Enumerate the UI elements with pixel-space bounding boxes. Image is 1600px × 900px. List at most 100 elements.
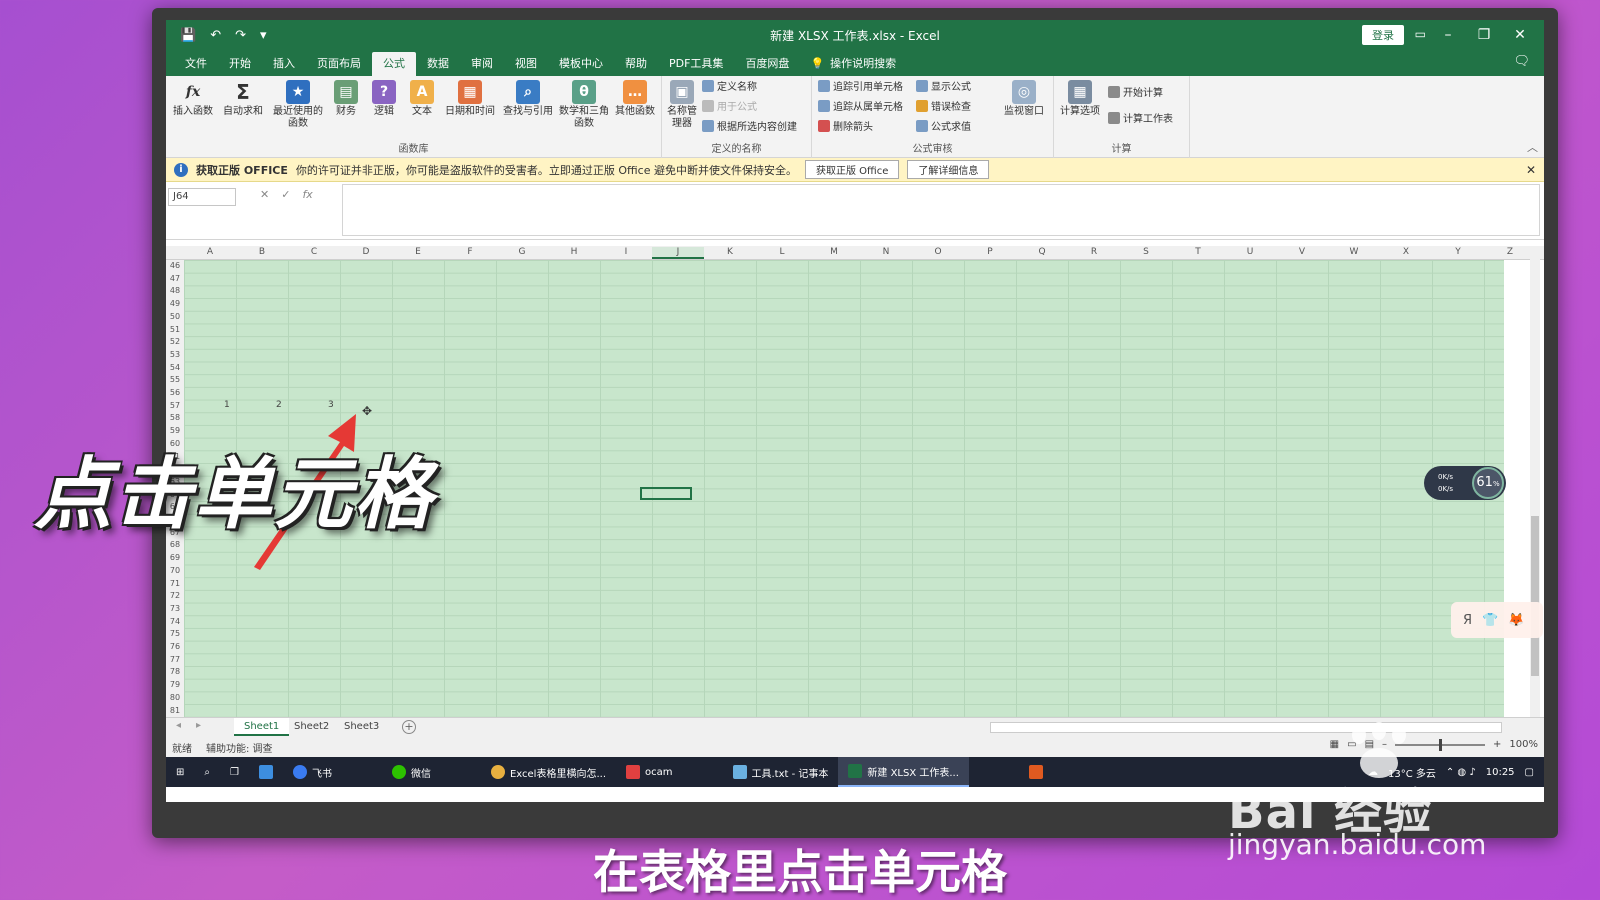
taskbar-notepad[interactable]: 工具.txt - 记事本 [723, 757, 839, 787]
column-header-n[interactable]: N [860, 247, 912, 257]
vertical-scrollbar[interactable] [1530, 246, 1540, 717]
more-functions-button[interactable]: … 其他函数 [610, 80, 660, 118]
remove-arrows-button[interactable]: 删除箭头 [818, 120, 873, 136]
column-header-m[interactable]: M [808, 247, 860, 257]
cancel-entry-icon[interactable]: ✕ [260, 188, 269, 201]
learn-more-button[interactable]: 了解详细信息 [907, 160, 990, 179]
row-header-49[interactable]: 49 [167, 299, 183, 308]
column-header-q[interactable]: Q [1016, 247, 1068, 257]
insert-function-icon[interactable]: fx [302, 188, 312, 201]
formula-input[interactable] [342, 184, 1540, 236]
column-header-c[interactable]: C [288, 247, 340, 257]
confirm-entry-icon[interactable]: ✓ [281, 188, 290, 201]
cell-a57[interactable]: 1 [224, 400, 230, 410]
horizontal-scrollbar[interactable] [990, 722, 1502, 733]
row-header-72[interactable]: 72 [167, 591, 183, 600]
tab-baidu-netdisk[interactable]: 百度网盘 [734, 52, 800, 76]
column-header-s[interactable]: S [1120, 247, 1172, 257]
column-header-r[interactable]: R [1068, 247, 1120, 257]
row-header-75[interactable]: 75 [167, 629, 183, 638]
row-header-53[interactable]: 53 [167, 350, 183, 359]
taskbar-ocam[interactable]: ocam [616, 757, 683, 787]
tab-view[interactable]: 视图 [504, 52, 548, 76]
calculate-sheet-button[interactable]: 计算工作表 [1108, 112, 1173, 128]
row-header-69[interactable]: 69 [167, 553, 183, 562]
autosum-button[interactable]: Σ 自动求和 [218, 80, 268, 118]
get-genuine-office-button[interactable]: 获取正版 Office [805, 160, 900, 179]
column-header-v[interactable]: V [1276, 247, 1328, 257]
customize-qat-icon[interactable]: ▾ [260, 28, 267, 43]
row-header-77[interactable]: 77 [167, 655, 183, 664]
taskbar-feishu[interactable]: 飞书 [283, 757, 342, 787]
tray-icons[interactable]: ⌃ ◍ ♪ [1446, 767, 1476, 778]
tab-page-layout[interactable]: 页面布局 [306, 52, 372, 76]
ime-mode-icon[interactable]: Я [1463, 613, 1472, 628]
taskbar-wechat[interactable]: 微信 [382, 757, 441, 787]
row-header-76[interactable]: 76 [167, 642, 183, 651]
taskbar-app-s[interactable] [1019, 757, 1053, 787]
ime-shirt-icon[interactable]: 👕 [1482, 613, 1498, 628]
column-header-t[interactable]: T [1172, 247, 1224, 257]
calculate-now-button[interactable]: 开始计算 [1108, 86, 1163, 102]
tab-pdf-tools[interactable]: PDF工具集 [658, 52, 734, 76]
evaluate-formula-button[interactable]: 公式求值 [916, 120, 971, 136]
task-view-icon[interactable]: ❐ [220, 757, 249, 787]
column-header-z[interactable]: Z [1484, 247, 1536, 257]
tab-formulas[interactable]: 公式 [372, 52, 416, 76]
row-header-48[interactable]: 48 [167, 286, 183, 295]
start-icon[interactable]: ⊞ [166, 757, 194, 787]
ribbon-display-options-icon[interactable]: ▭ [1415, 27, 1426, 41]
math-trig-button[interactable]: θ 数学和三角函数 [556, 80, 612, 130]
row-header-79[interactable]: 79 [167, 680, 183, 689]
create-from-selection-button[interactable]: 根据所选内容创建 [702, 120, 797, 136]
network-speed-widget[interactable]: 0K/s 0K/s 61% [1424, 466, 1506, 500]
save-icon[interactable]: 💾 [180, 28, 196, 43]
column-header-j[interactable]: J [652, 247, 704, 259]
row-header-47[interactable]: 47 [167, 274, 183, 283]
tab-review[interactable]: 审阅 [460, 52, 504, 76]
tab-insert[interactable]: 插入 [262, 52, 306, 76]
row-header-54[interactable]: 54 [167, 363, 183, 372]
row-header-55[interactable]: 55 [167, 375, 183, 384]
column-header-x[interactable]: X [1380, 247, 1432, 257]
sheet-tab-sheet1[interactable]: Sheet1 [234, 718, 290, 736]
column-header-a[interactable]: A [184, 247, 236, 257]
row-header-73[interactable]: 73 [167, 604, 183, 613]
tab-file[interactable]: 文件 [174, 52, 218, 76]
redo-icon[interactable]: ↷ [235, 28, 246, 43]
zoom-in-icon[interactable]: + [1493, 739, 1501, 750]
text-button[interactable]: A 文本 [402, 80, 442, 118]
minimize-icon[interactable]: – [1430, 20, 1466, 50]
taskbar-chrome[interactable]: Excel表格里横向怎... [481, 757, 616, 787]
sheet-tab-sheet3[interactable]: Sheet3 [334, 718, 389, 736]
trace-dependents-button[interactable]: 追踪从属单元格 [818, 100, 903, 116]
recently-used-button[interactable]: ★ 最近使用的函数 [270, 80, 326, 130]
column-header-f[interactable]: F [444, 247, 496, 257]
show-formulas-button[interactable]: 显示公式 [916, 80, 971, 96]
prev-sheet-icon[interactable]: ◂ [176, 720, 181, 731]
column-header-e[interactable]: E [392, 247, 444, 257]
row-header-74[interactable]: 74 [167, 617, 183, 626]
tell-me-search[interactable]: 💡 操作说明搜索 [800, 52, 896, 76]
column-header-k[interactable]: K [704, 247, 756, 257]
financial-button[interactable]: ▤ 财务 [326, 80, 366, 118]
watch-window-button[interactable]: ◎ 监视窗口 [998, 80, 1050, 118]
column-header-p[interactable]: P [964, 247, 1016, 257]
notice-close-icon[interactable]: ✕ [1526, 163, 1536, 177]
sheet-tab-sheet2[interactable]: Sheet2 [284, 718, 339, 736]
row-header-57[interactable]: 57 [167, 401, 183, 410]
name-manager-button[interactable]: ▣ 名称管理器 [664, 80, 700, 130]
taskbar-excel[interactable]: 新建 XLSX 工作表... [838, 757, 969, 787]
clock[interactable]: 10:25 [1486, 767, 1515, 778]
logical-button[interactable]: ? 逻辑 [364, 80, 404, 118]
collapse-ribbon-icon[interactable]: ︿ [1527, 139, 1538, 155]
file-explorer-icon[interactable] [249, 757, 283, 787]
zoom-slider-thumb[interactable] [1439, 738, 1443, 751]
accessibility-status[interactable]: 辅助功能: 调查 [206, 740, 273, 755]
row-header-56[interactable]: 56 [167, 388, 183, 397]
column-header-w[interactable]: W [1328, 247, 1380, 257]
row-header-50[interactable]: 50 [167, 312, 183, 321]
error-checking-button[interactable]: 错误检查 [916, 100, 971, 116]
restore-icon[interactable]: ❐ [1466, 20, 1502, 50]
define-name-button[interactable]: 定义名称 [702, 80, 757, 96]
